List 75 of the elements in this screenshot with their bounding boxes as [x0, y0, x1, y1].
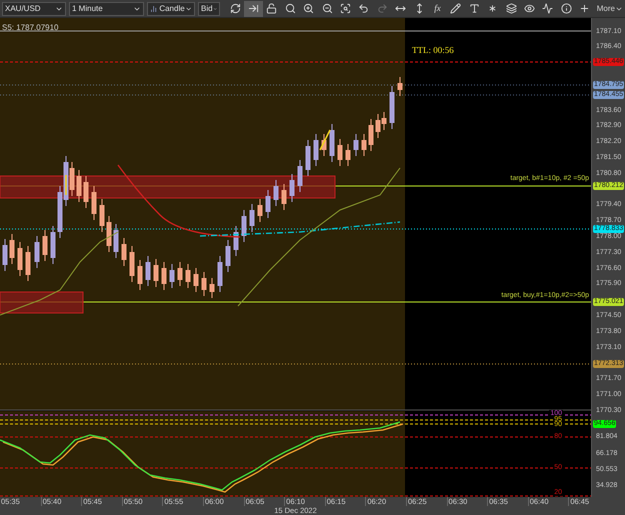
scan-magnifier-icon: [340, 3, 352, 14]
zoom-out-icon: [322, 3, 333, 14]
horizontal-arrows-icon: [395, 3, 406, 14]
arrow-to-line-icon: [248, 3, 260, 14]
asterisk-icon: [487, 3, 498, 14]
candle: [106, 216, 112, 252]
candle: [398, 76, 402, 96]
info-icon: [560, 3, 572, 14]
candle: [282, 184, 286, 210]
candle: [186, 264, 190, 288]
refresh-icon: [230, 3, 241, 14]
arrow-to-line-button[interactable]: [244, 0, 263, 16]
candle: [274, 180, 278, 206]
candle: [42, 230, 48, 262]
candle: [266, 190, 270, 218]
candle: [250, 204, 254, 232]
candle: [34, 236, 40, 268]
dropdown[interactable]: XAU/USD: [2, 2, 66, 16]
candle: [10, 234, 14, 264]
candle: [298, 160, 302, 192]
candle: [234, 226, 238, 256]
candle: [146, 256, 150, 286]
candle: [50, 226, 56, 264]
plus-icon: [579, 3, 590, 14]
candle: [362, 134, 366, 156]
candle: [178, 262, 182, 286]
zoom-in-icon: [303, 3, 314, 14]
candle: [122, 238, 126, 266]
series-label: S5: 1787.07910: [2, 23, 58, 32]
candle: [26, 246, 30, 282]
candle: [162, 262, 166, 290]
candle: [138, 260, 142, 290]
dropdown[interactable]: Candle: [147, 2, 195, 16]
undo-icon: [358, 3, 370, 14]
candle: [258, 198, 262, 222]
candle: [242, 210, 246, 242]
candle: [314, 134, 318, 166]
redo-icon: [376, 3, 388, 14]
eye-icon: [524, 3, 535, 14]
candle: [18, 242, 22, 276]
fx-button[interactable]: fx: [428, 0, 447, 16]
candle: [194, 268, 198, 292]
candle: [114, 224, 118, 258]
dropdown[interactable]: Bid: [198, 2, 220, 16]
candle-bars-icon: [150, 4, 158, 12]
candle: [130, 246, 134, 282]
candle: [226, 240, 230, 272]
pencil-icon: [450, 3, 462, 14]
layers-icon: [506, 3, 517, 14]
timer-label: TTL: 00:56: [412, 45, 454, 55]
candle: [154, 258, 158, 288]
candle: [354, 134, 358, 156]
dropdown[interactable]: 1 Minute: [69, 2, 144, 16]
magnifier-icon: [284, 3, 296, 14]
candle: [202, 272, 206, 296]
candle: [210, 278, 214, 298]
candle: [322, 134, 326, 156]
candle: [218, 256, 222, 292]
candle: [84, 176, 88, 208]
pulse-line-icon: [542, 3, 554, 14]
candle: [330, 124, 334, 162]
candle: [346, 144, 350, 166]
candle: [306, 140, 310, 176]
candle: [170, 264, 174, 288]
candle: [100, 198, 104, 232]
type-icon: [468, 3, 480, 14]
candle: [368, 118, 374, 152]
candle: [290, 174, 294, 202]
candle: [390, 86, 394, 130]
candle: [2, 238, 8, 272]
more-button[interactable]: More: [596, 2, 623, 14]
candle: [76, 170, 82, 202]
unlocked-padlock-icon: [266, 3, 278, 14]
candle: [92, 186, 96, 220]
candle: [338, 138, 342, 166]
